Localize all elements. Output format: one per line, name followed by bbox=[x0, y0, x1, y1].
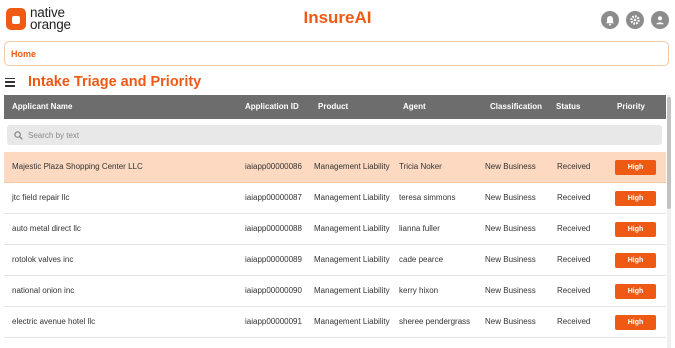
col-header-priority[interactable]: Priority bbox=[617, 95, 645, 119]
header-actions bbox=[601, 11, 669, 29]
cell-agent: Tricia Noker bbox=[399, 162, 442, 171]
cell-product: Management Liability bbox=[314, 286, 390, 295]
cell-applicant-name: jtc field repair llc bbox=[12, 193, 70, 202]
cell-status: Received bbox=[557, 317, 591, 326]
cell-status: Received bbox=[557, 224, 591, 233]
page-title-row: Intake Triage and Priority bbox=[5, 74, 201, 90]
cell-status: Received bbox=[557, 255, 591, 264]
cell-applicant-name: electric avenue hotel llc bbox=[12, 317, 96, 326]
cell-classification: New Business bbox=[485, 193, 536, 202]
cell-status: Received bbox=[557, 286, 591, 295]
cell-application-id: iaiapp00000086 bbox=[245, 162, 302, 171]
gear-icon[interactable] bbox=[626, 11, 644, 29]
cell-agent: lianna fuller bbox=[399, 224, 440, 233]
cell-product: Management Liability bbox=[314, 162, 390, 171]
cell-agent: teresa simmons bbox=[399, 193, 456, 202]
breadcrumb: Home bbox=[4, 41, 669, 66]
col-header-classification[interactable]: Classification bbox=[490, 95, 542, 119]
cell-product: Management Liability bbox=[314, 193, 390, 202]
table-row[interactable]: jtc field repair llc iaiapp00000087 Mana… bbox=[4, 183, 666, 214]
page-title: Intake Triage and Priority bbox=[28, 74, 202, 90]
breadcrumb-home-link[interactable]: Home bbox=[11, 49, 36, 59]
cell-classification: New Business bbox=[485, 317, 536, 326]
cell-application-id: iaiapp00000089 bbox=[245, 255, 302, 264]
cell-status: Received bbox=[557, 162, 591, 171]
app-title: InsureAI bbox=[303, 8, 372, 27]
table-row[interactable]: rotolok valves inc iaiapp00000089 Manage… bbox=[4, 245, 666, 276]
col-header-application-id[interactable]: Application ID bbox=[245, 95, 299, 119]
applications-table: Applicant Name Application ID Product Ag… bbox=[4, 95, 666, 348]
col-header-applicant-name[interactable]: Applicant Name bbox=[12, 95, 72, 119]
cell-application-id: iaiapp00000091 bbox=[245, 317, 302, 326]
scrollbar-thumb[interactable] bbox=[667, 97, 671, 209]
search-input[interactable] bbox=[28, 130, 328, 140]
table-row[interactable]: Majestic Plaza Shopping Center LLC iaiap… bbox=[4, 152, 666, 183]
priority-badge[interactable]: High bbox=[615, 160, 656, 175]
priority-badge[interactable]: High bbox=[615, 222, 656, 237]
cell-application-id: iaiapp00000090 bbox=[245, 286, 302, 295]
table-row[interactable]: national onion inc iaiapp00000090 Manage… bbox=[4, 276, 666, 307]
cell-product: Management Liability bbox=[314, 224, 390, 233]
hamburger-menu-icon[interactable] bbox=[5, 77, 15, 87]
cell-classification: New Business bbox=[485, 162, 536, 171]
search-icon bbox=[14, 130, 23, 140]
table-header: Applicant Name Application ID Product Ag… bbox=[4, 95, 666, 119]
priority-badge[interactable]: High bbox=[615, 315, 656, 330]
cell-applicant-name: rotolok valves inc bbox=[12, 255, 74, 264]
cell-application-id: iaiapp00000088 bbox=[245, 224, 302, 233]
cell-agent: kerry hixon bbox=[399, 286, 439, 295]
cell-product: Management Liability bbox=[314, 317, 390, 326]
table-row[interactable]: electric avenue hotel llc iaiapp00000091… bbox=[4, 307, 666, 338]
col-header-product[interactable]: Product bbox=[318, 95, 348, 119]
cell-classification: New Business bbox=[485, 224, 536, 233]
cell-applicant-name: national onion inc bbox=[12, 286, 75, 295]
app-header: native orange InsureAI bbox=[0, 0, 675, 38]
bell-icon[interactable] bbox=[601, 11, 619, 29]
priority-badge[interactable]: High bbox=[615, 191, 656, 206]
cell-agent: cade pearce bbox=[399, 255, 444, 264]
cell-applicant-name: Majestic Plaza Shopping Center LLC bbox=[12, 162, 143, 171]
col-header-status[interactable]: Status bbox=[556, 95, 580, 119]
cell-applicant-name: auto metal direct llc bbox=[12, 224, 81, 233]
priority-badge[interactable]: High bbox=[615, 284, 656, 299]
user-icon[interactable] bbox=[651, 11, 669, 29]
cell-status: Received bbox=[557, 193, 591, 202]
priority-badge[interactable]: High bbox=[615, 253, 656, 268]
cell-agent: sheree pendergrass bbox=[399, 317, 471, 326]
cell-application-id: iaiapp00000087 bbox=[245, 193, 302, 202]
search-bar[interactable] bbox=[7, 125, 662, 145]
cell-classification: New Business bbox=[485, 255, 536, 264]
table-row[interactable]: auto metal direct llc iaiapp00000088 Man… bbox=[4, 214, 666, 245]
col-header-agent[interactable]: Agent bbox=[403, 95, 426, 119]
cell-product: Management Liability bbox=[314, 255, 390, 264]
cell-classification: New Business bbox=[485, 286, 536, 295]
